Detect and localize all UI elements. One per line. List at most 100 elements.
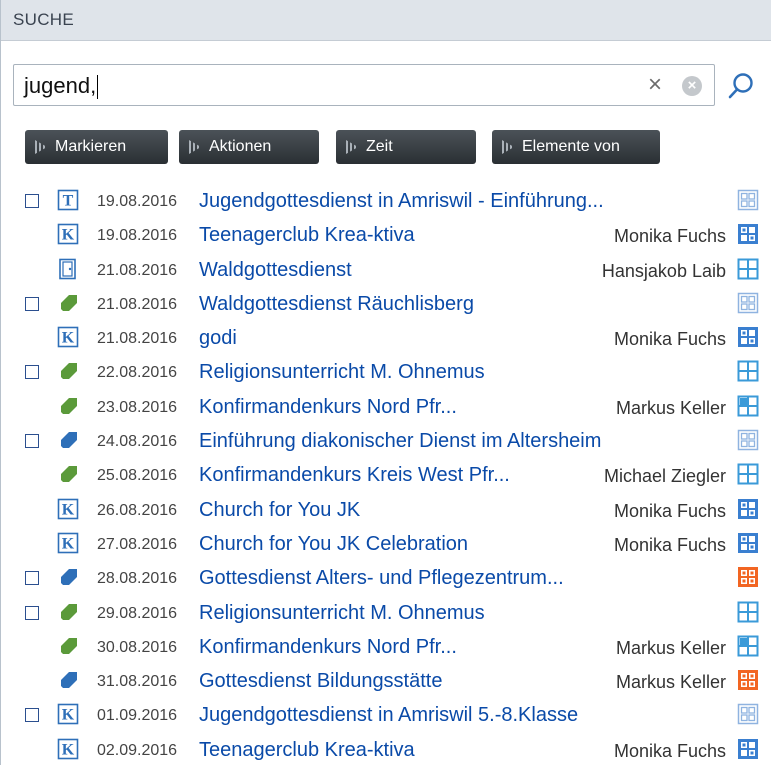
light-grid-icon[interactable]: [737, 292, 759, 314]
list-item[interactable]: 29.08.2016 Religionsunterricht M. Ohnemus: [1, 597, 771, 631]
item-title-link[interactable]: Jugendgottesdienst in Amriswil - Einführ…: [199, 190, 604, 213]
item-title-link[interactable]: Konfirmandenkurs Nord Pfr...: [199, 396, 457, 419]
item-date: 26.08.2016: [97, 501, 178, 519]
elements-from-button-label: Elemente von: [522, 138, 620, 155]
item-title-link[interactable]: Waldgottesdienst: [199, 259, 352, 282]
k-type-icon: K: [57, 223, 79, 245]
search-value-text[interactable]: jugend,: [24, 73, 96, 98]
item-title-link[interactable]: godi: [199, 327, 237, 350]
light-grid-icon[interactable]: [737, 429, 759, 451]
blue-grid-icon[interactable]: [737, 532, 759, 554]
item-date: 28.08.2016: [97, 570, 178, 588]
blue-window-icon[interactable]: [737, 258, 759, 280]
blue-window-icon[interactable]: [737, 601, 759, 623]
item-date: 21.08.2016: [97, 330, 178, 348]
item-title-link[interactable]: Teenagerclub Krea-ktiva: [199, 739, 415, 762]
item-title-link[interactable]: Religionsunterricht M. Ohnemus: [199, 361, 485, 384]
list-item[interactable]: 24.08.2016 Einführung diakonischer Dienst…: [1, 425, 771, 459]
item-person: Markus Keller: [615, 397, 726, 418]
time-button[interactable]: Zeit: [336, 130, 476, 164]
clear-all-icon[interactable]: ×: [682, 76, 702, 96]
item-date: 01.09.2016: [97, 707, 178, 725]
row-checkbox[interactable]: [25, 194, 39, 208]
row-checkbox[interactable]: [25, 605, 39, 620]
list-item[interactable]: 28.08.2016 Gottesdienst Alters- und Pfleg…: [1, 562, 771, 596]
list-item[interactable]: 31.08.2016 Gottesdienst Bildungsstätte Mar…: [1, 665, 771, 699]
item-title-link[interactable]: Konfirmandenkurs Nord Pfr...: [199, 636, 457, 659]
mark-button[interactable]: Markieren: [25, 130, 168, 164]
item-date: 31.08.2016: [97, 673, 178, 691]
door-icon: [57, 258, 79, 280]
item-person: Monika Fuchs: [613, 226, 726, 247]
row-checkbox[interactable]: [25, 708, 39, 723]
list-item[interactable]: 25.08.2016 Konfirmandenkurs Kreis West Pf…: [1, 459, 771, 493]
blue-window-half-icon[interactable]: [737, 635, 759, 657]
list-item[interactable]: 21.08.2016 Waldgottesdienst Hansjakob Laib: [1, 254, 771, 288]
blue-grid-icon[interactable]: [737, 738, 759, 760]
row-checkbox[interactable]: [25, 296, 39, 311]
elements-from-button[interactable]: Elemente von: [492, 130, 660, 164]
list-item[interactable]: 23.08.2016 Konfirmandenkurs Nord Pfr... Ma…: [1, 391, 771, 425]
item-person: Monika Fuchs: [613, 329, 726, 350]
item-title-link[interactable]: Einführung diakonischer Dienst im Alters…: [199, 430, 601, 453]
item-title-link[interactable]: Gottesdienst Alters- und Pflegezentrum..…: [199, 567, 564, 590]
green-tag-icon: [57, 635, 79, 657]
item-date: 19.08.2016: [97, 193, 178, 210]
search-input-value[interactable]: jugend,: [24, 73, 99, 100]
list-item[interactable]: 21.08.2016 Waldgottesdienst Räuchlisberg: [1, 288, 771, 322]
blue-grid-icon[interactable]: [737, 223, 759, 245]
item-date: 21.08.2016: [97, 261, 178, 279]
item-person: Markus Keller: [615, 637, 726, 658]
list-item[interactable]: K 26.08.2016 Church for You JK Monika Fuchs: [1, 494, 771, 528]
orange-grid-icon[interactable]: [737, 669, 759, 691]
item-person: Monika Fuchs: [613, 740, 726, 761]
list-item[interactable]: T 19.08.2016 Jugendgottesdienst in Amriswi…: [1, 185, 771, 219]
list-item[interactable]: K 01.09.2016 Jugendgottesdienst in Amriswi…: [1, 699, 771, 733]
list-item[interactable]: K 27.08.2016 Church for You JK Celebration…: [1, 528, 771, 562]
item-person: Hansjakob Laib: [601, 260, 726, 281]
search-input[interactable]: jugend, × ×: [13, 64, 715, 106]
item-date: 29.08.2016: [97, 604, 178, 622]
item-title-link[interactable]: Church for You JK: [199, 499, 360, 522]
green-tag-icon: [57, 463, 79, 485]
light-grid-icon[interactable]: [737, 189, 759, 211]
item-title-link[interactable]: Konfirmandenkurs Kreis West Pfr...: [199, 464, 510, 487]
green-tag-icon: [57, 601, 79, 623]
list-item[interactable]: K 21.08.2016 godi Monika Fuchs: [1, 322, 771, 356]
item-title-link[interactable]: Gottesdienst Bildungsstätte: [199, 670, 442, 693]
list-item[interactable]: K 02.09.2016 Teenagerclub Krea-ktiva Monika…: [1, 734, 771, 768]
green-tag-icon: [57, 360, 79, 382]
row-checkbox[interactable]: [25, 434, 39, 449]
clear-text-icon[interactable]: ×: [648, 71, 662, 99]
list-item[interactable]: 30.08.2016 Konfirmandenkurs Nord Pfr... Ma…: [1, 631, 771, 665]
row-checkbox[interactable]: [25, 365, 39, 380]
light-grid-icon[interactable]: [737, 703, 759, 725]
k-type-icon: K: [57, 738, 79, 760]
blue-window-icon[interactable]: [737, 463, 759, 485]
item-title-link[interactable]: Jugendgottesdienst in Amriswil 5.-8.Klas…: [199, 704, 578, 727]
item-date: 21.08.2016: [97, 295, 178, 313]
svg-text:K: K: [62, 707, 75, 724]
item-title-link[interactable]: Church for You JK Celebration: [199, 533, 468, 556]
list-item[interactable]: 22.08.2016 Religionsunterricht M. Ohnemus: [1, 356, 771, 390]
svg-text:K: K: [62, 741, 75, 758]
item-date: 27.08.2016: [97, 535, 178, 553]
blue-grid-icon[interactable]: [737, 498, 759, 520]
k-type-icon: K: [57, 326, 79, 348]
search-row: jugend, × ×: [13, 64, 768, 108]
blue-window-half-icon[interactable]: [737, 395, 759, 417]
blue-grid-icon[interactable]: [737, 326, 759, 348]
k-type-icon: K: [57, 498, 79, 520]
blue-window-icon[interactable]: [737, 360, 759, 382]
list-item[interactable]: K 19.08.2016 Teenagerclub Krea-ktiva Monika…: [1, 219, 771, 253]
item-title-link[interactable]: Teenagerclub Krea-ktiva: [199, 224, 415, 247]
svg-text:K: K: [62, 535, 75, 552]
item-title-link[interactable]: Religionsunterricht M. Ohnemus: [199, 602, 485, 625]
panel-title: SUCHE: [13, 10, 75, 29]
search-icon[interactable]: [725, 70, 757, 102]
orange-grid-icon[interactable]: [737, 566, 759, 588]
green-tag-icon: [57, 292, 79, 314]
actions-button[interactable]: Aktionen: [179, 130, 319, 164]
row-checkbox[interactable]: [25, 571, 39, 586]
item-title-link[interactable]: Waldgottesdienst Räuchlisberg: [199, 293, 474, 316]
